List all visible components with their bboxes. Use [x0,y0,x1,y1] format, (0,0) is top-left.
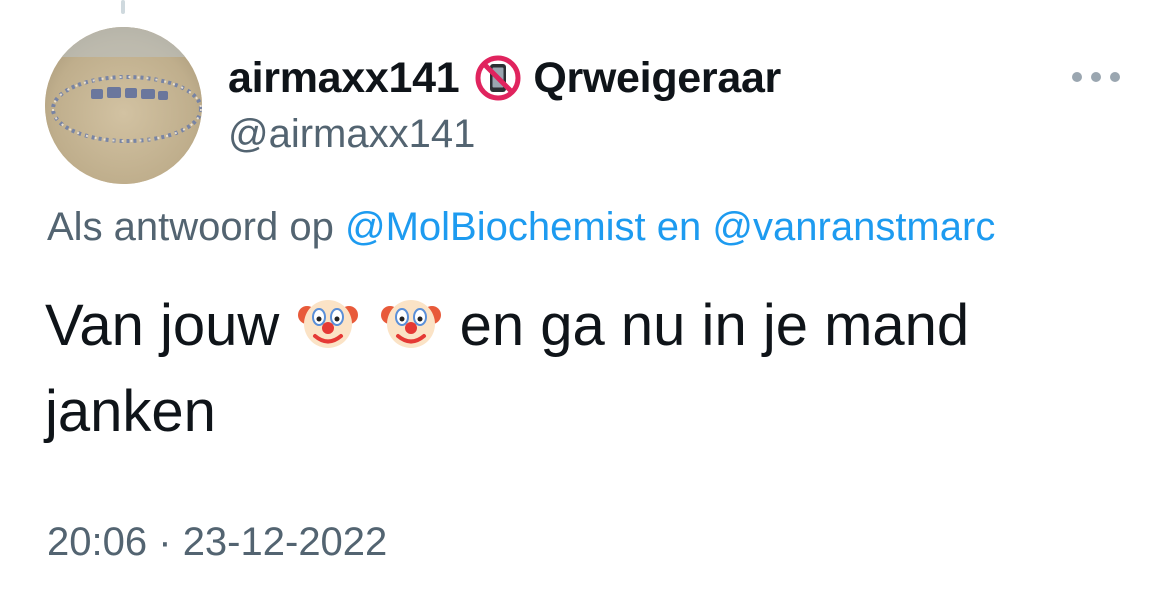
reply-joiner[interactable]: en [657,205,702,249]
more-options-button[interactable] [1068,62,1124,92]
avatar[interactable] [45,27,202,184]
tweet-date[interactable]: 23-12-2022 [183,520,388,564]
display-name[interactable]: airmaxx141 [228,54,460,103]
avatar-image [45,27,202,184]
more-options-icon-dot-2 [1091,72,1101,82]
reply-prefix: Als antwoord op [47,205,334,249]
reply-mention-molbiochemist[interactable]: @MolBiochemist [345,205,646,249]
more-options-icon-dot-3 [1110,72,1120,82]
reply-context: Als antwoord op @MolBiochemist en @vanra… [47,205,995,250]
tweet-text-part-1: Van jouw [45,293,280,358]
timestamp-separator: · [158,520,172,564]
thread-connector-line [121,0,125,14]
user-name-row[interactable]: airmaxx141 Qrweigeraar [228,50,781,106]
more-options-icon [1072,72,1082,82]
clown-face-icon-2 [380,300,441,348]
display-name-suffix[interactable]: Qrweigeraar [533,54,781,103]
tweet-time[interactable]: 20:06 [47,520,147,564]
tweet-text: Van jouw en ga nu in je mand janken [45,283,1125,455]
user-handle[interactable]: @airmaxx141 [228,112,475,157]
reply-mention-vanranstmarc[interactable]: @vanranstmarc [712,205,995,249]
no-mobile-phones-icon [475,55,521,101]
tweet-timestamp[interactable]: 20:06 · 23-12-2022 [47,520,387,565]
clown-face-icon [298,300,359,348]
